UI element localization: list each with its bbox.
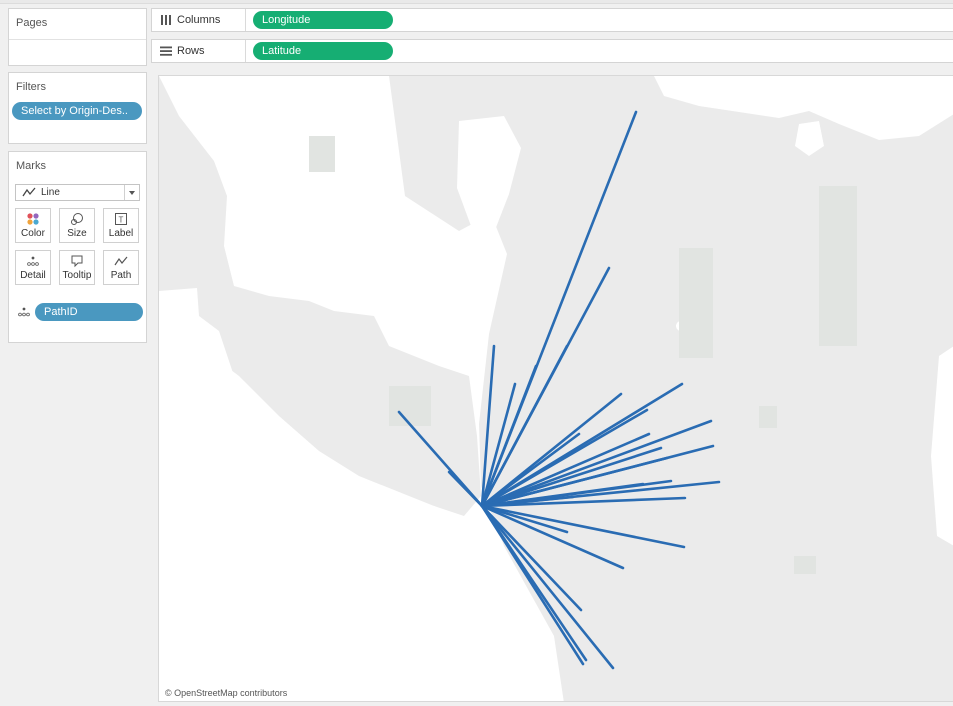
filter-pill-origin-destination[interactable]: Select by Origin-Des..: [12, 102, 142, 120]
tooltip-button-label: Tooltip: [62, 270, 92, 281]
columns-shelf[interactable]: Columns Longitude: [151, 8, 953, 32]
label-button[interactable]: T Label: [103, 208, 139, 243]
map-canvas[interactable]: [159, 76, 953, 702]
svg-text:T: T: [119, 216, 124, 225]
size-button[interactable]: Size: [59, 208, 95, 243]
color-icon: [16, 212, 50, 226]
park: [819, 186, 857, 346]
color-button-label: Color: [21, 228, 45, 239]
park: [309, 136, 335, 172]
mark-type-dropdown[interactable]: Line: [15, 184, 140, 201]
path-button-label: Path: [110, 270, 132, 281]
marks-card: Marks Line Color Size T Label Detail Too…: [8, 151, 147, 343]
detail-button-label: Detail: [20, 270, 46, 281]
mark-type-label: Line: [41, 187, 60, 198]
filters-title: Filters: [16, 81, 46, 93]
map-view[interactable]: © OpenStreetMap contributors: [158, 75, 953, 702]
park: [679, 248, 713, 358]
rows-icon: [159, 45, 173, 60]
park: [389, 386, 431, 426]
size-icon: [60, 212, 94, 226]
detail-icon: [16, 254, 50, 268]
pathid-pill[interactable]: PathID: [35, 303, 143, 321]
columns-divider: [245, 9, 246, 31]
marks-title: Marks: [16, 160, 46, 172]
rows-divider: [245, 40, 246, 62]
park: [794, 556, 816, 574]
columns-label: Columns: [177, 14, 221, 26]
columns-icon: [159, 14, 173, 29]
pages-divider: [9, 39, 146, 40]
color-button[interactable]: Color: [15, 208, 51, 243]
rows-label: Rows: [177, 45, 205, 57]
label-icon: T: [104, 212, 138, 226]
left-panel: Pages Filters Select by Origin-Des.. Mar…: [0, 4, 152, 706]
line-mark-icon: [22, 187, 36, 201]
park: [759, 406, 777, 428]
pages-title: Pages: [16, 17, 48, 29]
path-button[interactable]: Path: [103, 250, 139, 285]
rows-shelf[interactable]: Rows Latitude: [151, 39, 953, 63]
detail-button[interactable]: Detail: [15, 250, 51, 285]
detail-icon: [17, 307, 31, 320]
path-field-row: PathID: [17, 303, 144, 321]
path-icon: [104, 254, 138, 268]
longitude-pill[interactable]: Longitude: [253, 11, 393, 29]
map-attribution: © OpenStreetMap contributors: [165, 688, 288, 698]
pages-card[interactable]: Pages: [8, 8, 147, 66]
label-button-label: Label: [108, 228, 134, 239]
size-button-label: Size: [67, 228, 87, 239]
chevron-down-icon[interactable]: [124, 185, 139, 200]
tooltip-button[interactable]: Tooltip: [59, 250, 95, 285]
latitude-pill[interactable]: Latitude: [253, 42, 393, 60]
filters-card[interactable]: Filters Select by Origin-Des..: [8, 72, 147, 144]
tooltip-icon: [60, 254, 94, 268]
